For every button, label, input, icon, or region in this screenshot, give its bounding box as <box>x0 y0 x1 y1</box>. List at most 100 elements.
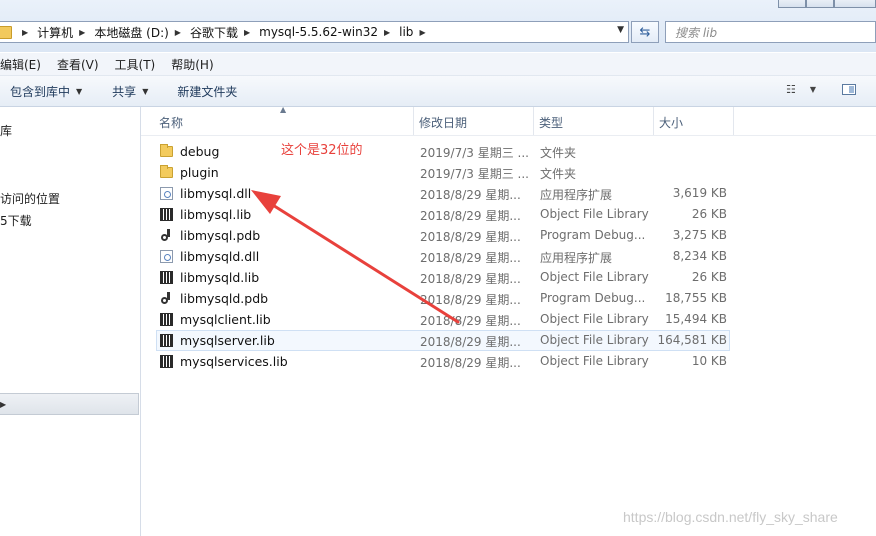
file-size: 164,581 KB <box>657 333 727 347</box>
nav-item-recent-places[interactable]: 访问的位置 <box>0 190 60 207</box>
file-size: 10 KB <box>691 354 727 368</box>
file-row-mysqlclient-lib[interactable]: mysqlclient.lib 2018/8/29 星期... Object F… <box>156 309 730 330</box>
column-divider[interactable] <box>533 107 534 135</box>
nav-download-digit: 5 <box>0 214 8 228</box>
file-name: libmysqld.pdb <box>180 291 269 306</box>
file-size: 3,619 KB <box>672 186 727 200</box>
lib-file-icon <box>160 355 173 368</box>
navigation-pane: 库 访问的位置 5下载 ▶ <box>0 107 141 536</box>
maximize-button[interactable] <box>806 0 834 8</box>
file-name: mysqlserver.lib <box>180 333 275 348</box>
details-view-icon: ☷ <box>786 83 796 96</box>
search-input[interactable]: 搜索 lib <box>665 21 876 43</box>
nav-item-downloads[interactable]: 5下载 <box>0 212 32 229</box>
share-label: 共享 <box>112 84 137 99</box>
menu-help[interactable]: 帮助(H) <box>171 56 213 73</box>
file-date: 2018/8/29 星期... <box>420 293 521 307</box>
file-size: 26 KB <box>691 270 727 284</box>
minimize-button[interactable] <box>778 0 806 8</box>
chevron-right-icon[interactable]: ▶ <box>79 28 85 37</box>
address-bar: ▶ 计算机 ▶ 本地磁盘 (D:) ▶ 谷歌下载 ▶ mysql-5.5.62-… <box>0 0 876 52</box>
file-row-mysqlservices-lib[interactable]: mysqlservices.lib 2018/8/29 星期... Object… <box>156 351 730 372</box>
menu-edit[interactable]: 编辑(E) <box>0 56 41 73</box>
folder-icon <box>160 165 173 178</box>
new-folder-button[interactable]: 新建文件夹 <box>177 83 237 100</box>
file-size: 26 KB <box>691 207 727 221</box>
breadcrumb[interactable]: ▶ 计算机 ▶ 本地磁盘 (D:) ▶ 谷歌下载 ▶ mysql-5.5.62-… <box>0 21 629 43</box>
file-row-libmysqld-lib[interactable]: libmysqld.lib 2018/8/29 星期... Object Fil… <box>156 267 730 288</box>
chevron-down-icon: ▼ <box>809 85 817 94</box>
breadcrumb-computer[interactable]: 计算机 <box>37 24 73 41</box>
file-name: mysqlservices.lib <box>180 354 288 369</box>
pdb-file-icon <box>160 292 173 305</box>
close-button[interactable] <box>834 0 876 8</box>
column-divider[interactable] <box>733 107 734 135</box>
breadcrumb-downloads[interactable]: 谷歌下载 <box>190 24 238 41</box>
nav-item-selected[interactable] <box>0 393 139 415</box>
pdb-file-icon <box>160 229 173 242</box>
dll-file-icon <box>160 250 173 263</box>
column-header-size[interactable]: 大小 <box>659 114 683 131</box>
file-date: 2018/8/29 星期... <box>420 188 521 202</box>
file-date: 2018/8/29 星期... <box>420 209 521 223</box>
breadcrumb-mysql[interactable]: mysql-5.5.62-win32 <box>259 25 378 39</box>
file-type: 文件夹 <box>540 146 577 160</box>
include-in-library-button[interactable]: 包含到库中 ▼ <box>10 83 82 100</box>
column-divider[interactable] <box>413 107 414 135</box>
chevron-right-icon[interactable]: ▶ <box>22 28 28 37</box>
file-date: 2018/8/29 星期... <box>420 272 521 286</box>
file-name: mysqlclient.lib <box>180 312 271 327</box>
file-name: libmysql.lib <box>180 207 252 222</box>
folder-icon <box>0 25 12 39</box>
chevron-right-icon[interactable]: ▶ <box>0 400 6 409</box>
chevron-down-icon[interactable]: ▼ <box>617 25 624 35</box>
column-header-row: ▲ 名称 修改日期 类型 大小 <box>141 105 876 136</box>
column-header-date[interactable]: 修改日期 <box>419 114 467 131</box>
file-type: 文件夹 <box>540 167 577 181</box>
file-name: libmysqld.lib <box>180 270 260 285</box>
chevron-down-icon: ▼ <box>142 86 149 96</box>
menu-bar: 编辑(E) 查看(V) 工具(T) 帮助(H) <box>0 53 876 76</box>
watermark: https://blog.csdn.net/fly_sky_share <box>623 509 838 525</box>
file-row-libmysqld-pdb[interactable]: libmysqld.pdb 2018/8/29 星期... Program De… <box>156 288 730 309</box>
file-row-libmysql-dll[interactable]: libmysql.dll 2018/8/29 星期... 应用程序扩展 3,61… <box>156 183 730 204</box>
preview-pane-button[interactable] <box>842 84 856 95</box>
breadcrumb-drive-d[interactable]: 本地磁盘 (D:) <box>94 24 168 41</box>
file-row-plugin[interactable]: plugin 2019/7/3 星期三 ... 文件夹 <box>156 162 730 183</box>
lib-file-icon <box>160 334 173 347</box>
file-size: 15,494 KB <box>665 312 727 326</box>
include-in-library-label: 包含到库中 <box>10 84 71 99</box>
menu-view[interactable]: 查看(V) <box>57 56 99 73</box>
file-name: plugin <box>180 165 219 180</box>
file-row-libmysql-pdb[interactable]: libmysql.pdb 2018/8/29 星期... Program Deb… <box>156 225 730 246</box>
search-placeholder: 搜索 lib <box>675 25 718 40</box>
command-toolbar: 包含到库中 ▼ 共享 ▼ 新建文件夹 ☷ ▼ <box>0 76 876 107</box>
file-size: 8,234 KB <box>672 249 727 263</box>
file-size: 3,275 KB <box>672 228 727 242</box>
column-header-type[interactable]: 类型 <box>539 114 563 131</box>
annotation-label: 这个是32位的 <box>281 143 363 158</box>
column-divider[interactable] <box>653 107 654 135</box>
folder-icon <box>160 144 173 157</box>
file-date: 2018/8/29 星期... <box>420 251 521 265</box>
file-row-libmysqld-dll[interactable]: libmysqld.dll 2018/8/29 星期... 应用程序扩展 8,2… <box>156 246 730 267</box>
file-row-libmysql-lib[interactable]: libmysql.lib 2018/8/29 星期... Object File… <box>156 204 730 225</box>
breadcrumb-lib[interactable]: lib <box>399 25 413 39</box>
file-list: ▲ 名称 修改日期 类型 大小 debug 2019/7/3 星期三 ... 文… <box>141 105 876 536</box>
refresh-icon: ⇆ <box>639 24 651 40</box>
menu-tools[interactable]: 工具(T) <box>115 56 156 73</box>
file-date: 2018/8/29 星期... <box>420 335 521 349</box>
file-date: 2018/8/29 星期... <box>420 314 521 328</box>
chevron-right-icon[interactable]: ▶ <box>384 28 390 37</box>
refresh-button[interactable]: ⇆ <box>631 21 659 43</box>
chevron-right-icon[interactable]: ▶ <box>244 28 250 37</box>
file-row-debug[interactable]: debug 2019/7/3 星期三 ... 文件夹 <box>156 141 730 162</box>
view-options-button[interactable]: ☷ ▼ <box>786 83 816 96</box>
chevron-right-icon[interactable]: ▶ <box>419 28 425 37</box>
nav-item-library[interactable]: 库 <box>0 122 12 139</box>
file-row-mysqlserver-lib[interactable]: mysqlserver.lib 2018/8/29 星期... Object F… <box>156 330 730 351</box>
window-controls <box>778 0 876 8</box>
chevron-right-icon[interactable]: ▶ <box>175 28 181 37</box>
column-header-name[interactable]: 名称 <box>159 114 183 131</box>
share-button[interactable]: 共享 ▼ <box>112 83 148 100</box>
